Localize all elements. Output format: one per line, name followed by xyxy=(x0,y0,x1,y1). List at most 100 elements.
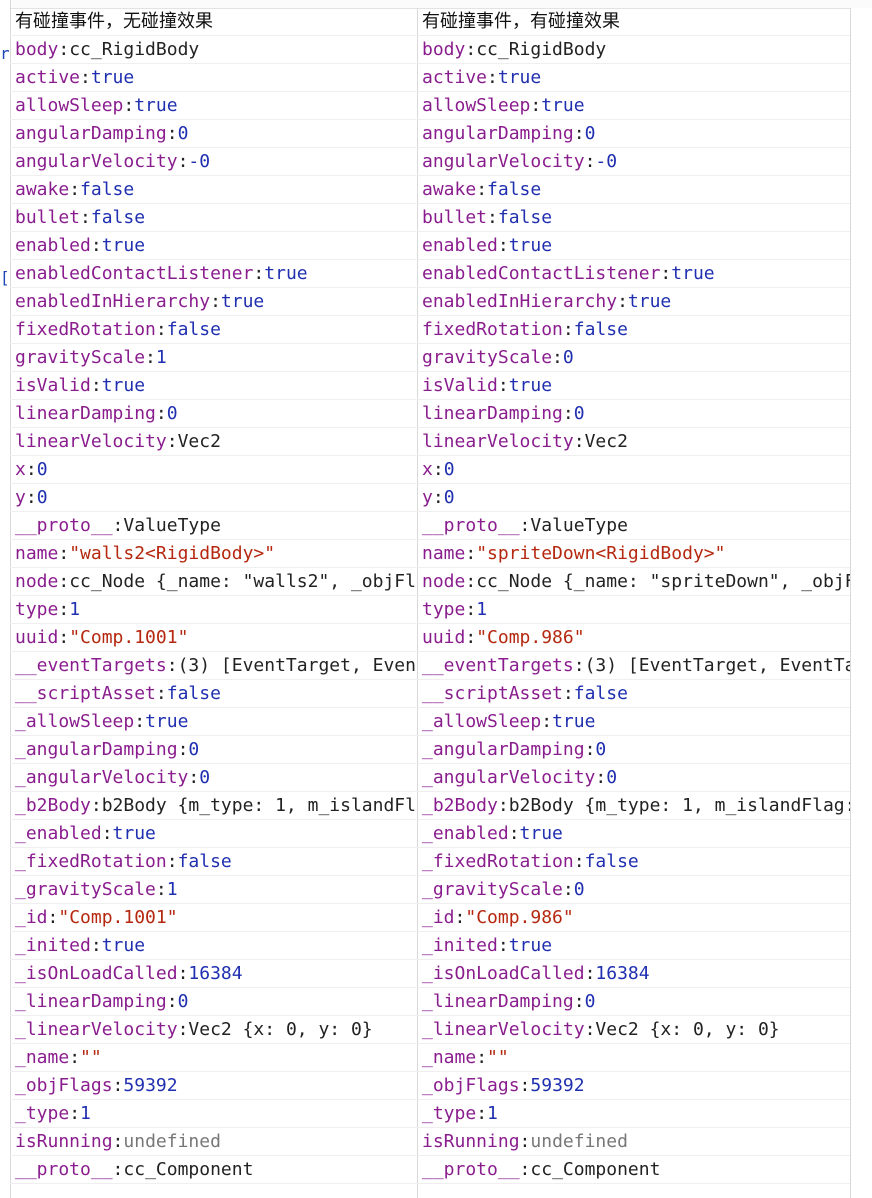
property-row[interactable]: _linearVelocity:Vec2 {x: 0, y: 0} xyxy=(10,1016,417,1044)
property-row[interactable]: _isOnLoadCalled:16384 xyxy=(417,960,850,988)
property-value: false xyxy=(166,683,221,704)
property-row[interactable]: __eventTargets:(3) [EventTarget, EventTa… xyxy=(10,652,417,680)
property-value: true xyxy=(134,95,178,116)
property-row[interactable]: _angularDamping:0 xyxy=(417,736,850,764)
property-row[interactable]: allowSleep:true xyxy=(417,92,850,120)
property-row[interactable]: _b2Body:b2Body {m_type: 1, m_islandFlag:… xyxy=(10,792,417,820)
property-row[interactable]: _type:1 xyxy=(417,1100,850,1128)
property-key: _enabled xyxy=(15,823,102,844)
property-row[interactable]: __proto__:cc_Component xyxy=(10,1156,417,1184)
property-row[interactable]: enabled:true xyxy=(10,232,417,260)
property-row[interactable]: isRunning:undefined xyxy=(417,1128,850,1156)
property-row[interactable]: _name:"" xyxy=(417,1044,850,1072)
property-key: enabledInHierarchy xyxy=(15,291,211,312)
property-row[interactable]: _isOnLoadCalled:16384 xyxy=(10,960,417,988)
property-row[interactable]: _objFlags:59392 xyxy=(10,1072,417,1100)
property-row[interactable]: x:0 xyxy=(10,456,417,484)
property-row[interactable]: node:cc_Node {_name: "walls2", _objFlags xyxy=(10,568,417,596)
property-row[interactable]: _type:1 xyxy=(10,1100,417,1128)
property-row[interactable]: __proto__:cc_Component xyxy=(417,1156,850,1184)
property-row[interactable]: linearDamping:0 xyxy=(417,400,850,428)
panel-title: 有碰撞事件，有碰撞效果 xyxy=(417,8,850,36)
property-value: true xyxy=(627,291,672,312)
property-row[interactable]: gravityScale:0 xyxy=(417,344,850,372)
property-row[interactable]: __proto__:ValueType xyxy=(10,512,417,540)
property-value: "" xyxy=(80,1047,102,1068)
property-row[interactable]: __proto__:ValueType xyxy=(417,512,850,540)
property-row[interactable]: y:0 xyxy=(10,484,417,512)
property-row[interactable]: linearDamping:0 xyxy=(10,400,417,428)
property-row[interactable]: _id:"Comp.1001" xyxy=(10,904,417,932)
property-row[interactable]: __scriptAsset:false xyxy=(10,680,417,708)
property-row[interactable]: bullet:false xyxy=(10,204,417,232)
property-row[interactable]: _gravityScale:1 xyxy=(10,876,417,904)
property-row[interactable]: y:0 xyxy=(417,484,850,512)
property-row[interactable]: name:"spriteDown<RigidBody>" xyxy=(417,540,850,568)
property-row[interactable]: _linearDamping:0 xyxy=(10,988,417,1016)
property-key: linearDamping xyxy=(15,403,156,424)
property-row[interactable]: _angularVelocity:0 xyxy=(417,764,850,792)
property-row[interactable]: linearVelocity:Vec2 xyxy=(10,428,417,456)
property-value: b2Body {m_type: 1, m_islandFlag: false} xyxy=(101,795,417,816)
property-row[interactable]: node:cc_Node {_name: "spriteDown", _objF… xyxy=(417,568,850,596)
property-key: linearVelocity xyxy=(422,431,574,452)
property-row[interactable]: fixedRotation:false xyxy=(417,316,850,344)
property-row[interactable]: type:1 xyxy=(10,596,417,624)
property-row[interactable]: angularDamping:0 xyxy=(10,120,417,148)
property-value: ValueType xyxy=(123,515,221,536)
property-row[interactable]: type:1 xyxy=(417,596,850,624)
property-key: awake xyxy=(422,179,477,200)
property-row[interactable]: uuid:"Comp.1001" xyxy=(10,624,417,652)
property-row[interactable]: linearVelocity:Vec2 xyxy=(417,428,850,456)
property-row[interactable]: _b2Body:b2Body {m_type: 1, m_islandFlag:… xyxy=(417,792,850,820)
property-row[interactable]: allowSleep:true xyxy=(10,92,417,120)
property-row[interactable]: _linearDamping:0 xyxy=(417,988,850,1016)
property-row[interactable]: awake:false xyxy=(10,176,417,204)
property-row[interactable]: angularVelocity:-0 xyxy=(10,148,417,176)
property-row[interactable]: angularVelocity:-0 xyxy=(417,148,850,176)
property-row[interactable]: active:true xyxy=(417,64,850,92)
property-row[interactable]: _linearVelocity:Vec2 {x: 0, y: 0} xyxy=(417,1016,850,1044)
property-row[interactable]: isRunning:undefined xyxy=(10,1128,417,1156)
property-row[interactable]: _enabled:true xyxy=(10,820,417,848)
property-row[interactable]: _fixedRotation:false xyxy=(417,848,850,876)
key-separator: : xyxy=(58,543,70,564)
property-row[interactable]: fixedRotation:false xyxy=(10,316,417,344)
property-row[interactable]: enabled:true xyxy=(417,232,850,260)
property-row[interactable]: _name:"" xyxy=(10,1044,417,1072)
property-row[interactable]: gravityScale:1 xyxy=(10,344,417,372)
property-value: cc_Component xyxy=(123,1159,254,1180)
property-row[interactable]: _angularVelocity:0 xyxy=(10,764,417,792)
property-row[interactable]: _id:"Comp.986" xyxy=(417,904,850,932)
property-row[interactable]: isValid:true xyxy=(417,372,850,400)
property-row[interactable]: bullet:false xyxy=(417,204,850,232)
property-value: 0 xyxy=(177,123,189,144)
property-row[interactable]: isValid:true xyxy=(10,372,417,400)
property-row[interactable]: _angularDamping:0 xyxy=(10,736,417,764)
property-row[interactable]: _inited:true xyxy=(10,932,417,960)
property-row[interactable]: uuid:"Comp.986" xyxy=(417,624,850,652)
property-row[interactable]: x:0 xyxy=(417,456,850,484)
property-row[interactable]: enabledInHierarchy:true xyxy=(10,288,417,316)
property-row[interactable]: _allowSleep:true xyxy=(417,708,850,736)
property-row[interactable]: _enabled:true xyxy=(417,820,850,848)
property-row[interactable]: enabledContactListener:true xyxy=(417,260,850,288)
property-value: true xyxy=(541,95,585,116)
property-value: true xyxy=(101,375,146,396)
property-row[interactable]: enabledContactListener:true xyxy=(10,260,417,288)
property-row[interactable]: name:"walls2<RigidBody>" xyxy=(10,540,417,568)
property-row[interactable]: _objFlags:59392 xyxy=(417,1072,850,1100)
property-row[interactable]: _fixedRotation:false xyxy=(10,848,417,876)
property-row[interactable]: active:true xyxy=(10,64,417,92)
property-row[interactable]: body:cc_RigidBody xyxy=(417,36,850,64)
property-row[interactable]: _inited:true xyxy=(417,932,850,960)
property-row[interactable]: __scriptAsset:false xyxy=(417,680,850,708)
property-row[interactable]: angularDamping:0 xyxy=(417,120,850,148)
property-row[interactable]: __eventTargets:(3) [EventTarget, EventTa… xyxy=(417,652,850,680)
property-row[interactable]: _allowSleep:true xyxy=(10,708,417,736)
property-row[interactable]: _gravityScale:0 xyxy=(417,876,850,904)
property-row[interactable]: body:cc_RigidBody xyxy=(10,36,417,64)
key-separator: : xyxy=(112,1131,124,1152)
property-row[interactable]: awake:false xyxy=(417,176,850,204)
property-row[interactable]: enabledInHierarchy:true xyxy=(417,288,850,316)
